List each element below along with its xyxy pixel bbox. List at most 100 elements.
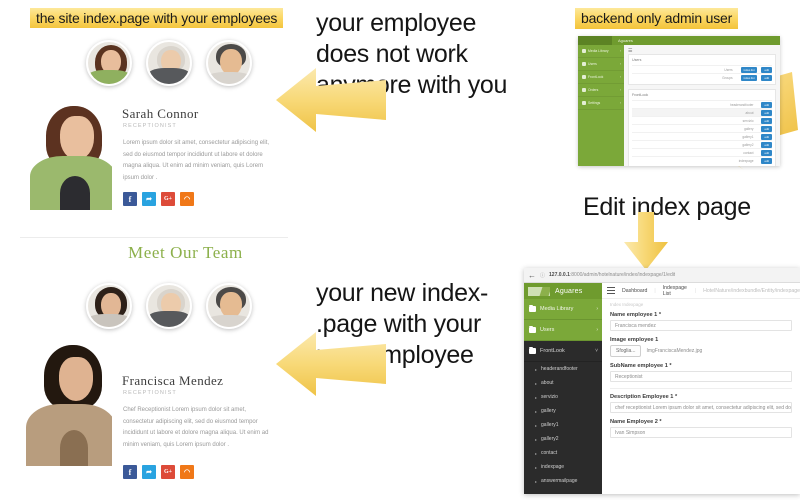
row-action-edit[interactable]: edit [761,125,772,132]
callout-line: your new index- [316,279,488,307]
social-links-old: f ➦ G+ ◠ [123,192,194,206]
row-action-edit[interactable]: edit [761,101,772,108]
sidebar-subitem-gallery2[interactable]: ▸ gallery2 [524,432,602,446]
table-row[interactable]: indexpage edit [632,156,772,164]
sidebar-subitem-label: gallery1 [541,422,559,428]
avatar[interactable] [146,283,192,329]
row-action-edit[interactable]: edit [761,149,772,156]
twitter-icon[interactable]: ➦ [142,192,156,206]
sidebar-subitem-contact[interactable]: ▸ contact [524,446,602,460]
sidebar-subitem-answermailpage[interactable]: ▸ answermailpage [524,474,602,488]
facebook-icon[interactable]: f [123,465,137,479]
sidebar-subitem-gallery[interactable]: ▸ gallery [524,404,602,418]
row-action-edit[interactable]: edit [761,157,772,164]
table-row[interactable]: contact edit [632,148,772,156]
avatar[interactable] [206,283,252,329]
sidebar-item-users[interactable]: Users › [524,320,602,341]
sidebar-item-settings[interactable]: Settings › [578,97,624,110]
row-action-list[interactable]: index.list [740,66,758,73]
row-action-edit[interactable]: edit [761,141,772,148]
sidebar-item-frontlook[interactable]: FrontLook › [578,71,624,84]
browse-button[interactable]: Sfoglia... [610,345,642,357]
employee-portrait-new [20,341,112,466]
admin-panel-small[interactable]: Aguares Media Library › Users › FrontLoo… [578,36,780,166]
admin-small-sidebar[interactable]: Media Library › Users › FrontLook › Orde… [578,45,624,166]
google-plus-icon[interactable]: G+ [161,192,175,206]
breadcrumb-indexpage-list[interactable]: Indexpage List [663,285,688,297]
url-text[interactable]: 127.0.0.1:8000/admin/hotelnature/index/i… [549,272,675,278]
table-row[interactable]: Groups index.list edit [632,73,772,81]
row-action-edit[interactable]: edit [761,66,772,73]
row-label: contact [743,150,754,155]
row-label: Groups [722,75,733,80]
avatar[interactable] [146,40,192,86]
page-info-icon[interactable]: ⓘ [540,272,545,279]
row-action-edit[interactable]: edit [761,74,772,81]
admin-large-sidebar[interactable]: Aguares Media Library › Users › FrontLoo… [524,283,602,494]
table-row[interactable]: about edit [632,108,772,116]
url-host: 127.0.0.1 [549,272,570,278]
rss-icon[interactable]: ◠ [180,465,194,479]
row-action-edit[interactable]: edit [761,133,772,140]
sidebar-subitem-gallery1[interactable]: ▸ gallery1 [524,418,602,432]
field-input-image-employee-1[interactable]: Sfoglia... ImgFranciscaMendez.jpg [610,345,792,357]
twitter-icon[interactable]: ➦ [142,465,156,479]
browser-url-bar[interactable]: ← ⓘ 127.0.0.1:8000/admin/hotelnature/ind… [524,268,800,283]
field-input-name-employee-2[interactable]: Ivan Simpson [610,427,792,438]
admin-panel-large[interactable]: ← ⓘ 127.0.0.1:8000/admin/hotelnature/ind… [524,268,800,494]
sidebar-subitem-label: contact [541,450,558,456]
meet-our-team-heading: Meet Our Team [128,243,243,262]
avatar[interactable] [206,40,252,86]
sidebar-subitem-servizio[interactable]: ▸ servizio [524,390,602,404]
field-input-subname-employee-1[interactable]: Receptionist [610,371,792,382]
hamburger-icon[interactable] [607,286,615,295]
chevron-right-icon: › [596,306,598,312]
sidebar-subitem-headerandfooter[interactable]: ▸ headerandfooter [524,362,602,376]
section-divider [20,237,288,238]
chevron-right-icon: › [596,327,598,333]
sidebar-item-media-library[interactable]: Media Library › [578,45,624,58]
row-action-edit[interactable]: edit [761,117,772,124]
breadcrumb-separator: | [694,287,697,294]
folder-icon [582,88,586,92]
folder-icon [582,75,586,79]
avatar[interactable] [86,40,132,86]
table-row[interactable]: headerandfooter edit [632,100,772,108]
sidebar-item-orders[interactable]: Orders › [578,84,624,97]
sidebar-item-frontlook[interactable]: FrontLook ˅ [524,341,602,362]
row-label: gallery1 [742,134,754,139]
field-input-name-employee-1[interactable]: Francisca mendez [610,320,792,331]
folder-icon [529,346,536,354]
row-action-list[interactable]: index.list [740,74,758,81]
table-row[interactable]: gallery2 edit [632,140,772,148]
sidebar-subitem-about[interactable]: ▸ about [524,376,602,390]
sidebar-item-media-library[interactable]: Media Library › [524,299,602,320]
field-input-description-employee-1[interactable]: chef receptionist Lorem ipsum dolor sit … [610,402,792,413]
table-row[interactable]: Users index.list edit [632,65,772,73]
facebook-glyph: f [128,194,132,204]
breadcrumb-entity-path: HotelNature/indexbundle/Entity/indexpage [703,287,800,294]
table-row[interactable]: gallery1 edit [632,132,772,140]
arrow-left-upper [276,66,386,134]
breadcrumb: Dashboard | Indexpage List | HotelNature… [602,283,800,299]
sidebar-item-users[interactable]: Users › [578,58,624,71]
chevron-right-icon: ▸ [535,422,538,428]
table-row[interactable]: servizio edit [632,116,772,124]
table-row[interactable]: gallery edit [632,124,772,132]
row-action-edit[interactable]: edit [761,109,772,116]
employee-name-new: Francisca Mendez [122,373,224,388]
breadcrumb-dashboard[interactable]: Dashboard [622,288,647,294]
card-frontlook: FrontLook headerandfooter edit about edi… [628,89,776,166]
back-arrow-icon[interactable]: ← [528,271,536,280]
chevron-down-icon: ˅ [595,348,598,354]
brand-header[interactable]: Aguares [524,283,602,299]
chevron-right-icon: › [619,75,621,79]
google-plus-icon[interactable]: G+ [161,465,175,479]
avatar[interactable] [86,283,132,329]
caption-backend-admin-user: backend only admin user [575,8,739,29]
facebook-icon[interactable]: f [123,192,137,206]
folder-icon [582,101,586,105]
rss-icon[interactable]: ◠ [180,192,194,206]
folder-icon [582,62,586,66]
sidebar-subitem-indexpage[interactable]: ▸ indexpage [524,460,602,474]
